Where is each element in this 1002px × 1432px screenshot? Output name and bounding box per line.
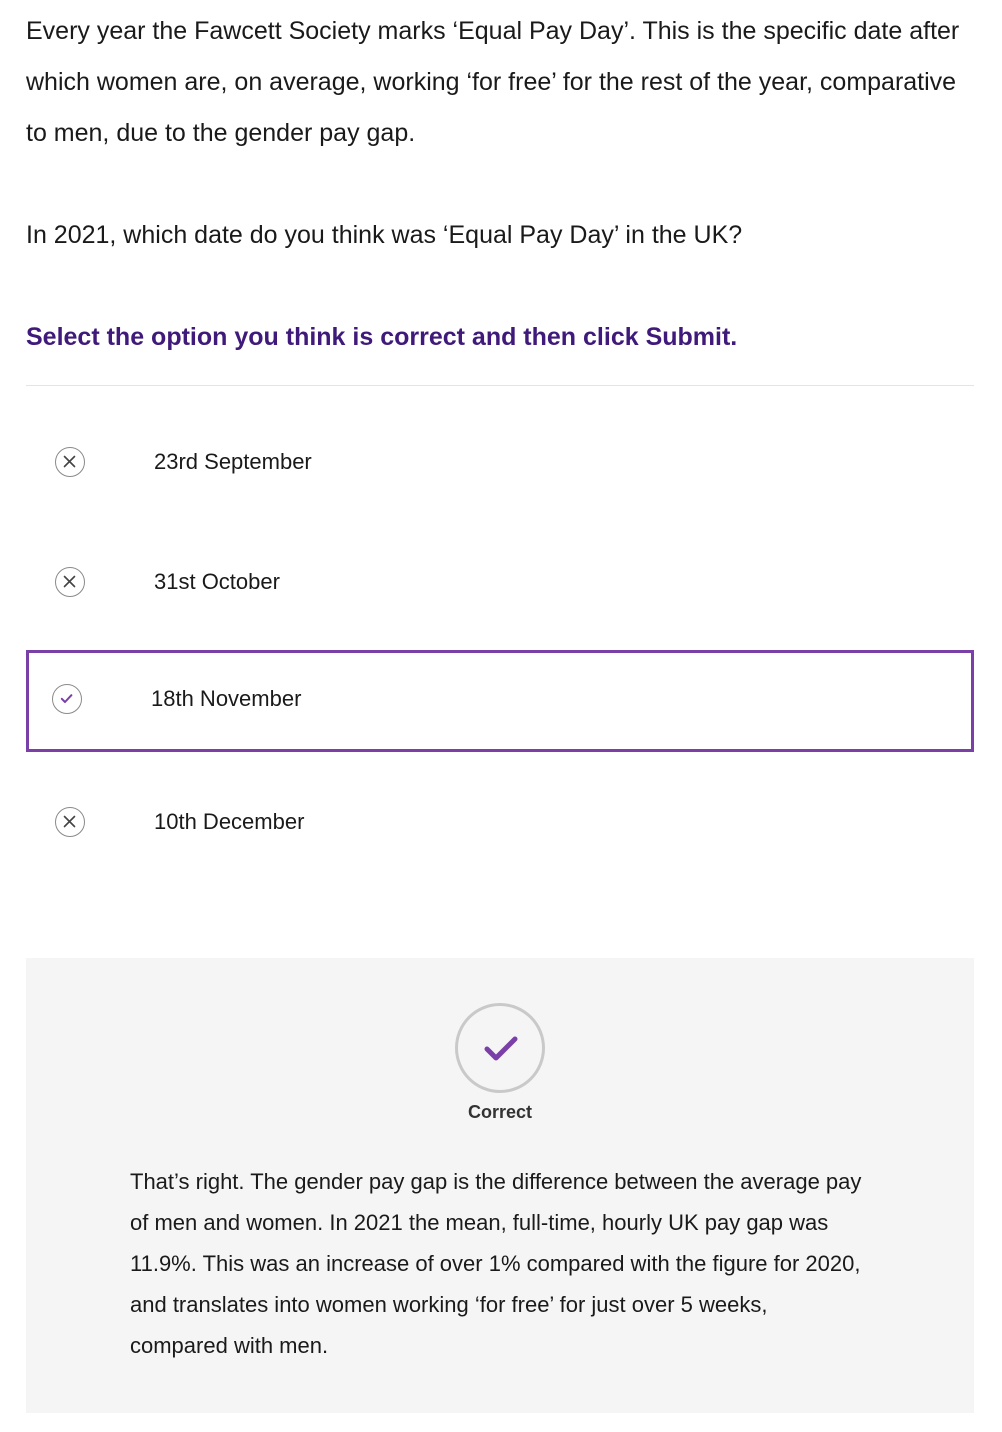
instruction-text: Select the option you think is correct a… xyxy=(26,323,738,351)
quiz-page: Every year the Fawcett Society marks ‘Eq… xyxy=(0,0,1002,1432)
cross-icon xyxy=(55,447,85,477)
feedback-explanation: That’s right. The gender pay gap is the … xyxy=(130,1169,862,1358)
option-23rd-september[interactable]: 23rd September xyxy=(26,410,974,512)
intro-text: Every year the Fawcett Society marks ‘Eq… xyxy=(26,17,960,147)
result-status: Correct xyxy=(467,1102,533,1122)
option-10th-december[interactable]: 10th December xyxy=(26,770,974,872)
check-icon xyxy=(52,684,82,714)
option-18th-november[interactable]: 18th November xyxy=(26,650,974,752)
feedback-panel: Correct That’s right. The gender pay gap… xyxy=(26,958,974,1413)
divider xyxy=(26,385,974,386)
option-label: 23rd September xyxy=(154,449,312,474)
question-text: In 2021, which date do you think was ‘Eq… xyxy=(26,221,743,249)
option-label: 10th December xyxy=(154,809,305,834)
option-label: 18th November xyxy=(151,686,302,711)
cross-icon xyxy=(55,807,85,837)
option-31st-october[interactable]: 31st October xyxy=(26,530,974,632)
cross-icon xyxy=(55,567,85,597)
option-label: 31st October xyxy=(154,569,280,594)
check-icon xyxy=(455,1003,545,1093)
